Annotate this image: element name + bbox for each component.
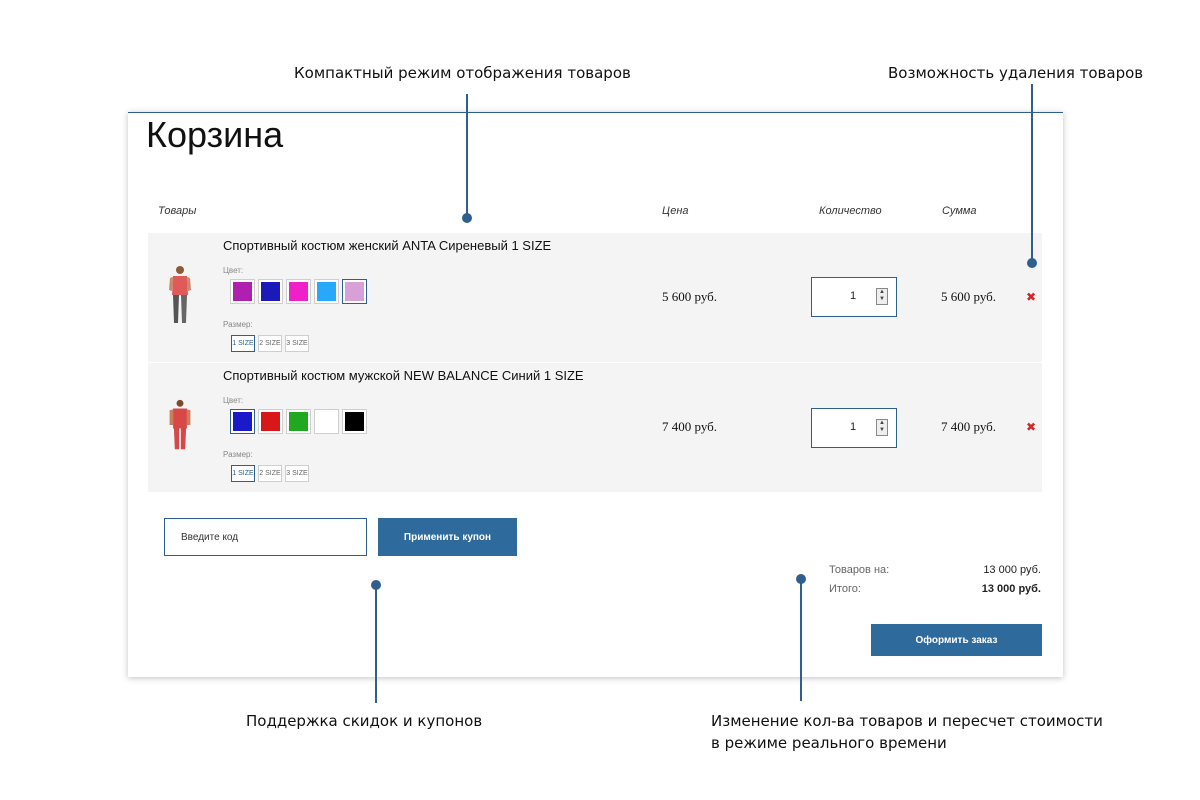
apply-coupon-button[interactable]: Применить купон: [378, 518, 517, 556]
quantity-spinner[interactable]: ▲ ▼: [876, 419, 888, 436]
annotation-leader-line: [800, 579, 802, 701]
chevron-up-icon[interactable]: ▲: [877, 420, 887, 427]
product-name[interactable]: Спортивный костюм женский ANTA Сиреневый…: [223, 238, 551, 253]
item-price: 7 400 руб.: [662, 419, 718, 434]
color-swatches: [230, 279, 367, 304]
color-swatch[interactable]: [258, 279, 283, 304]
size-option[interactable]: 3 SIZE: [285, 335, 309, 352]
product-image-men-suit[interactable]: [166, 399, 194, 451]
total-label: Итого:: [829, 583, 861, 595]
quantity-value[interactable]: 1: [850, 290, 856, 302]
color-option-label: Цвет:: [223, 266, 244, 275]
size-option-selected[interactable]: 1 SIZE: [231, 335, 255, 352]
size-option[interactable]: 3 SIZE: [285, 465, 309, 482]
annotation-leader-line: [1031, 84, 1033, 262]
annotation-realtime-line1: Изменение кол-ва товаров и пересчет стои…: [711, 712, 1103, 730]
cart-row: Спортивный костюм женский ANTA Сиреневый…: [148, 233, 1042, 362]
product-image-women-suit[interactable]: [166, 265, 194, 325]
color-swatches: [230, 409, 367, 434]
annotation-realtime-line2: в режиме реального времени: [711, 734, 947, 752]
item-sum: 7 400 руб.: [941, 419, 997, 434]
size-options: 1 SIZE 2 SIZE 3 SIZE: [231, 465, 309, 482]
annotation-removal: Возможность удаления товаров: [888, 64, 1144, 82]
subtotal-label: Товаров на:: [829, 564, 890, 576]
annotation-compact-mode: Компактный режим отображения товаров: [294, 64, 631, 82]
color-swatch[interactable]: [314, 409, 339, 434]
size-options: 1 SIZE 2 SIZE 3 SIZE: [231, 335, 309, 352]
item-price: 5 600 руб.: [662, 289, 718, 304]
column-header-quantity: Количество: [819, 205, 882, 217]
annotation-leader-line: [375, 585, 377, 703]
size-option[interactable]: 2 SIZE: [258, 465, 282, 482]
size-option[interactable]: 2 SIZE: [258, 335, 282, 352]
color-swatch-selected[interactable]: [230, 409, 255, 434]
color-option-label: Цвет:: [223, 396, 244, 405]
cart-top-divider: [128, 112, 1063, 113]
page-title: Корзина: [146, 114, 284, 155]
color-swatch[interactable]: [286, 279, 311, 304]
annotation-coupons: Поддержка скидок и купонов: [246, 712, 483, 730]
size-option-label: Размер:: [223, 450, 253, 459]
coupon-code-input[interactable]: [164, 518, 367, 556]
chevron-down-icon[interactable]: ▼: [877, 427, 887, 434]
annotation-dot: [1027, 258, 1037, 268]
product-name[interactable]: Спортивный костюм мужской NEW BALANCE Си…: [223, 368, 584, 383]
color-swatch[interactable]: [342, 409, 367, 434]
color-swatch-selected[interactable]: [342, 279, 367, 304]
color-swatch[interactable]: [314, 279, 339, 304]
chevron-up-icon[interactable]: ▲: [877, 289, 887, 296]
cart-row: Спортивный костюм мужской NEW BALANCE Си…: [148, 363, 1042, 492]
remove-item-icon[interactable]: ✖: [1026, 420, 1036, 434]
column-header-sum: Сумма: [942, 205, 977, 217]
remove-item-icon[interactable]: ✖: [1026, 290, 1036, 304]
annotation-dot: [796, 574, 806, 584]
annotation-leader-line: [466, 94, 468, 218]
quantity-spinner[interactable]: ▲ ▼: [876, 288, 888, 305]
checkout-button[interactable]: Оформить заказ: [871, 624, 1042, 656]
size-option-selected[interactable]: 1 SIZE: [231, 465, 255, 482]
quantity-value[interactable]: 1: [850, 421, 856, 433]
color-swatch[interactable]: [258, 409, 283, 434]
item-sum: 5 600 руб.: [941, 289, 997, 304]
total-value: 13 000 руб.: [981, 583, 1041, 595]
annotation-dot: [371, 580, 381, 590]
color-swatch[interactable]: [286, 409, 311, 434]
size-option-label: Размер:: [223, 320, 253, 329]
annotation-dot: [462, 213, 472, 223]
quantity-stepper[interactable]: 1 ▲ ▼: [811, 408, 897, 448]
subtotal-value: 13 000 руб.: [983, 564, 1041, 576]
column-header-products: Товары: [158, 205, 197, 217]
chevron-down-icon[interactable]: ▼: [877, 296, 887, 303]
quantity-stepper[interactable]: 1 ▲ ▼: [811, 277, 897, 317]
color-swatch[interactable]: [230, 279, 255, 304]
column-header-price: Цена: [662, 205, 689, 217]
